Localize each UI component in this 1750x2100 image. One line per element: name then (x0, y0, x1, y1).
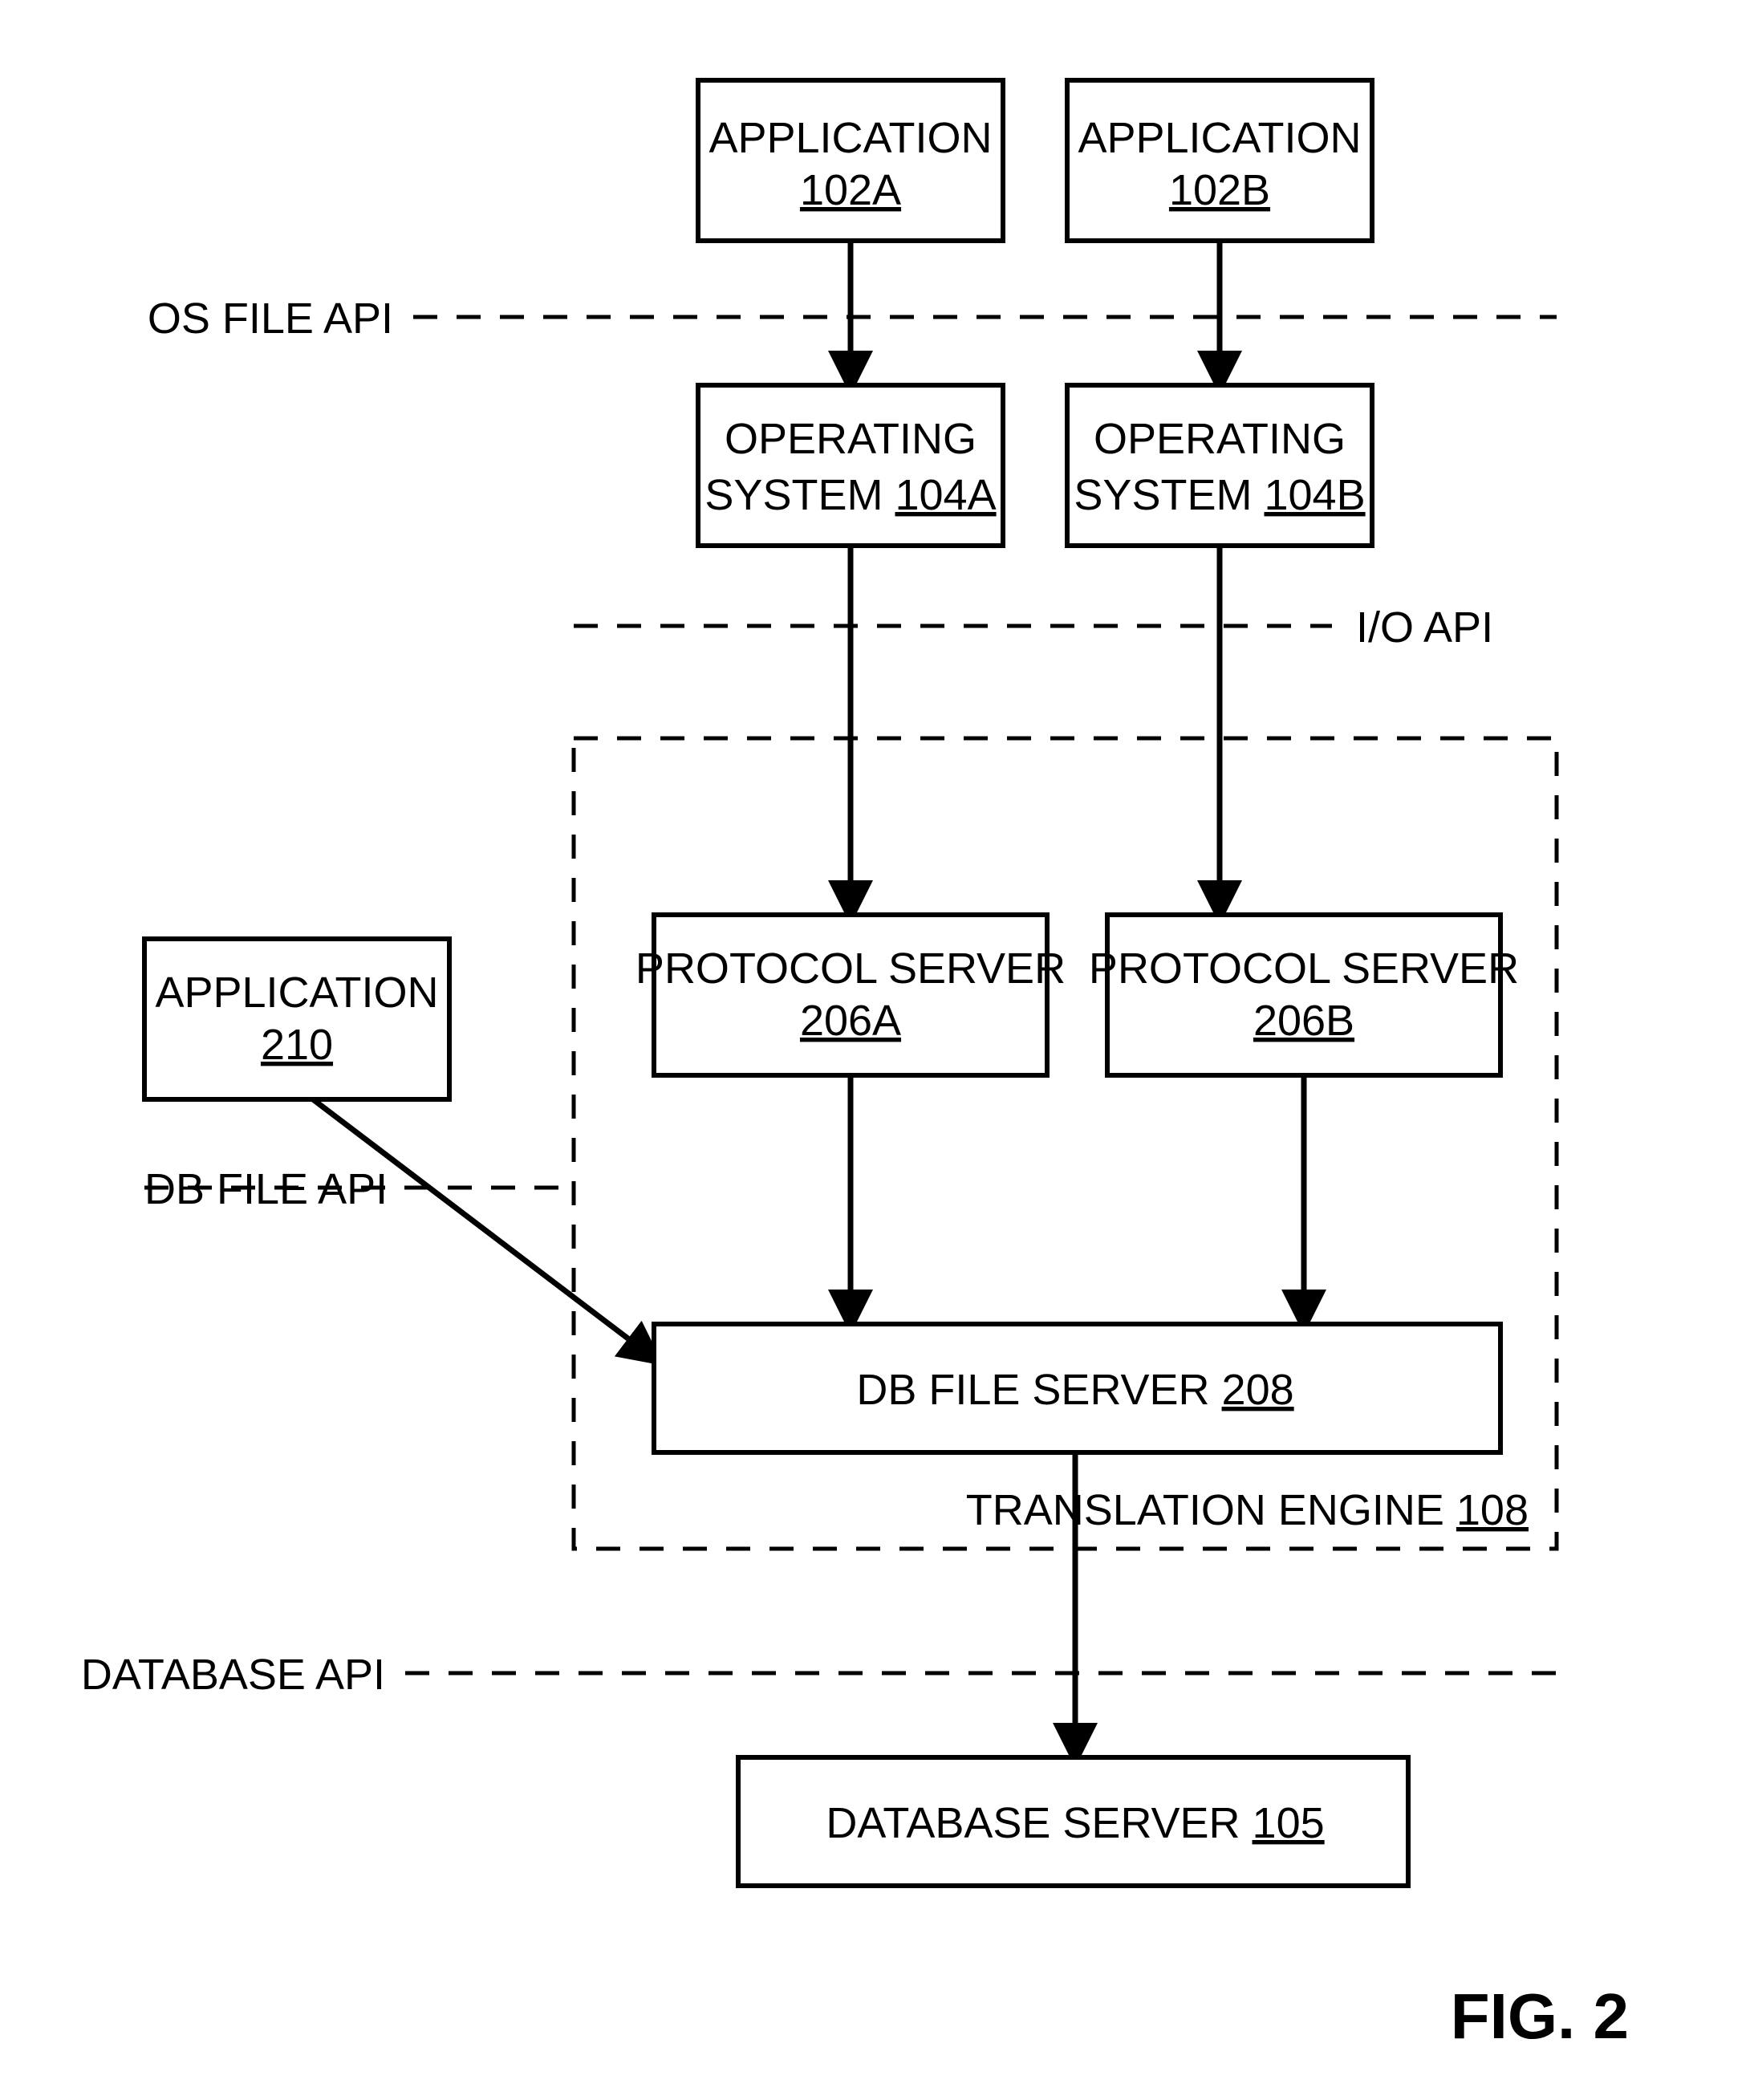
protocol-server-206a-label: PROTOCOL SERVER (635, 944, 1066, 993)
os-104b-box (1067, 385, 1372, 546)
figure-label: FIG. 2 (1451, 1980, 1629, 2052)
protocol-server-206a-box (654, 915, 1047, 1075)
os-104a-line2: SYSTEM 104A (704, 471, 996, 519)
application-102b-label: APPLICATION (1078, 114, 1361, 162)
io-api-label: I/O API (1356, 603, 1493, 652)
os-104b-line1: OPERATING (1094, 415, 1346, 463)
os-104a-line1: OPERATING (725, 415, 977, 463)
application-102b-ref: 102B (1169, 166, 1270, 214)
protocol-server-206a-ref: 206A (800, 997, 901, 1045)
database-api-label: DATABASE API (81, 1651, 385, 1699)
os-file-api-label: OS FILE API (148, 294, 393, 343)
application-210-ref: 210 (261, 1021, 333, 1069)
application-210-label: APPLICATION (155, 969, 438, 1017)
db-file-server-label: DB FILE SERVER 208 (856, 1366, 1293, 1414)
protocol-server-206b-ref: 206B (1253, 997, 1354, 1045)
database-server-label: DATABASE SERVER 105 (826, 1799, 1324, 1847)
application-102a-label: APPLICATION (709, 114, 992, 162)
os-104b-line2: SYSTEM 104B (1074, 471, 1365, 519)
db-file-api-label: DB FILE API (144, 1165, 388, 1213)
protocol-server-206b-label: PROTOCOL SERVER (1089, 944, 1519, 993)
os-104a-box (698, 385, 1003, 546)
application-210-box (144, 939, 449, 1099)
protocol-server-206b-box (1107, 915, 1500, 1075)
engine-label: TRANSLATION ENGINE 108 (966, 1486, 1529, 1534)
application-102a-ref: 102A (800, 166, 901, 214)
arrow-app-210-to-dbfile (313, 1099, 646, 1352)
